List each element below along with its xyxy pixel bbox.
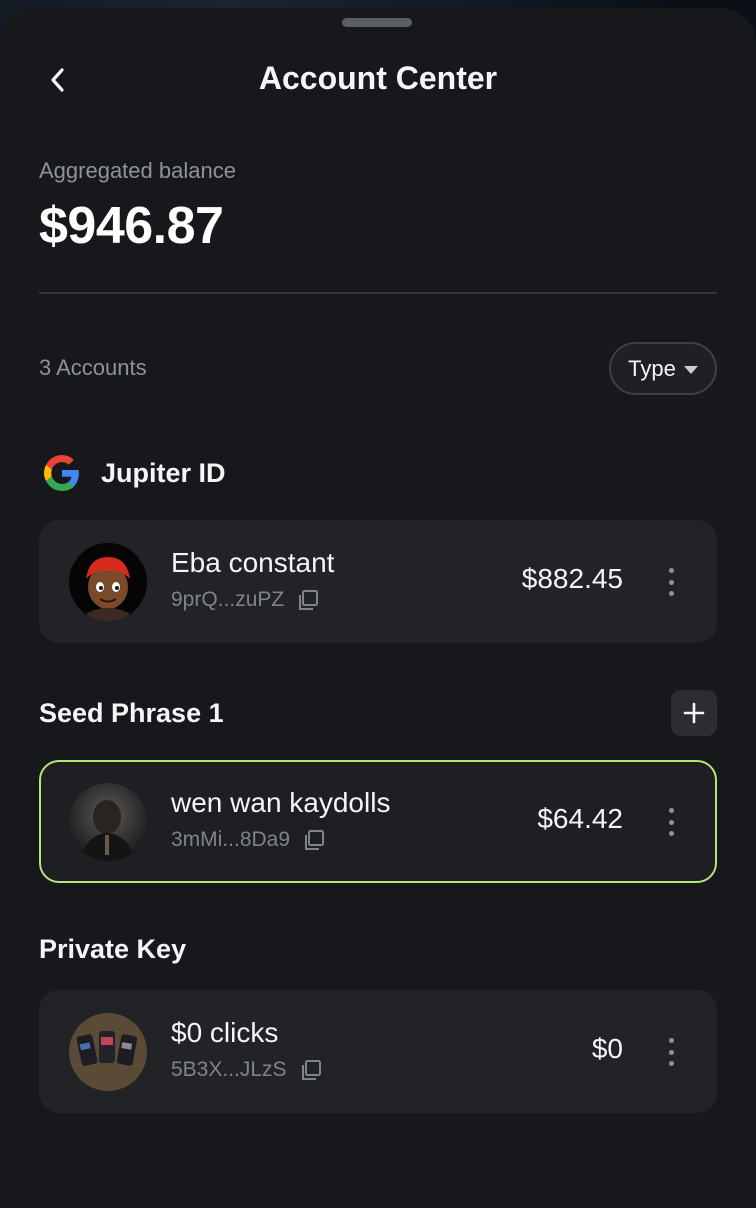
balance-label: Aggregated balance	[39, 158, 236, 183]
google-icon	[44, 455, 79, 491]
account-value: $882.45	[521, 563, 623, 594]
section-title-private-key: Private Key	[39, 934, 187, 964]
more-options-icon[interactable]	[659, 564, 683, 600]
avatar	[69, 783, 147, 861]
account-value: $0	[591, 1033, 623, 1064]
balance-value: $946.87	[39, 197, 224, 255]
account-address: 5B3X...JLzS	[171, 1058, 287, 1081]
caret-down-icon	[683, 365, 698, 374]
type-filter-label: Type	[628, 355, 676, 381]
page-title: Account Center	[258, 60, 498, 96]
address-row: 3mMi...8Da9	[171, 828, 326, 852]
account-center-sheet: Account Center Aggregated balance $946.8…	[0, 8, 756, 1208]
more-options-icon[interactable]	[659, 804, 683, 840]
copy-icon[interactable]	[296, 588, 320, 612]
accounts-count: 3 Accounts	[39, 355, 147, 380]
copy-icon[interactable]	[299, 1058, 323, 1082]
account-card[interactable]: $0 clicks 5B3X...JLzS $0	[39, 990, 717, 1113]
more-options-icon[interactable]	[659, 1034, 683, 1070]
plus-icon	[683, 702, 705, 724]
section-title-seed-phrase: Seed Phrase 1	[39, 698, 224, 728]
account-name: Eba constant	[171, 547, 335, 578]
copy-icon[interactable]	[302, 828, 326, 852]
address-row: 5B3X...JLzS	[171, 1058, 323, 1082]
account-name: wen wan kaydolls	[171, 787, 391, 818]
account-card-selected[interactable]: wen wan kaydolls 3mMi...8Da9 $64.42	[39, 760, 717, 883]
type-filter-button[interactable]: Type	[609, 342, 717, 395]
account-value: $64.42	[537, 803, 623, 834]
avatar	[69, 1013, 147, 1091]
address-row: 9prQ...zuPZ	[171, 588, 320, 612]
divider	[39, 292, 717, 294]
section-title-jupiter-id: Jupiter ID	[101, 458, 226, 488]
add-account-button[interactable]	[671, 690, 717, 736]
account-address: 9prQ...zuPZ	[171, 588, 285, 611]
account-card[interactable]: Eba constant 9prQ...zuPZ $882.45	[39, 520, 717, 643]
sheet-grabber[interactable]	[342, 18, 412, 27]
account-name: $0 clicks	[171, 1017, 279, 1048]
account-address: 3mMi...8Da9	[171, 828, 291, 851]
avatar	[69, 543, 147, 621]
